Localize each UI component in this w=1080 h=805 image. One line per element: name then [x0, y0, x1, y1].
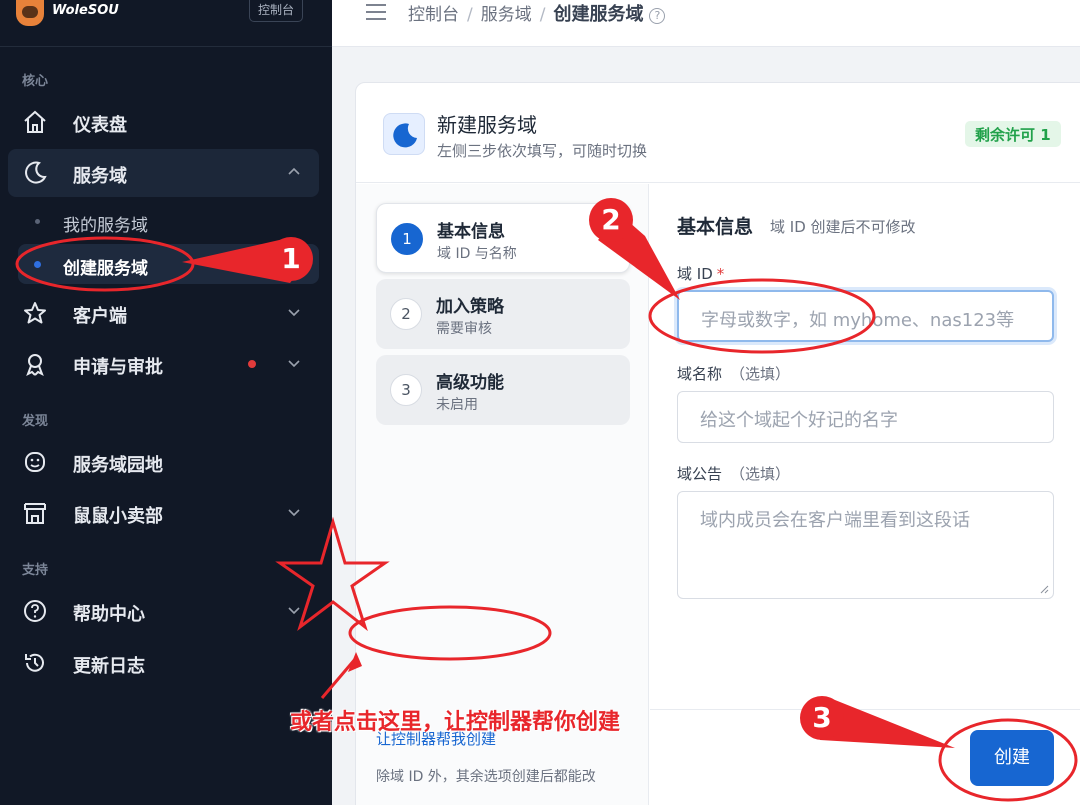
page-title: 创建服务域 — [553, 4, 644, 25]
breadcrumb: 控制台 / 服务域 / 创建服务域? — [408, 0, 666, 26]
history-icon — [25, 653, 44, 672]
smile-icon — [25, 452, 45, 472]
brand-bar: WoleSOU 控制台 — [0, 0, 332, 47]
card-header: 新建服务域 左侧三步依次填写，可随时切换 剩余许可 1 — [356, 83, 1080, 183]
annotation-number-3: 3 — [812, 701, 832, 734]
domain-id-input[interactable]: 字母或数字，如 myhome、nas123等 — [677, 290, 1054, 342]
sidebar-subitem-create-domain[interactable]: 创建服务域 — [18, 244, 319, 284]
sidebar-item-dashboard[interactable]: 仪表盘 — [8, 98, 319, 146]
domain-id-label: 域 ID * — [677, 263, 724, 284]
console-tag[interactable]: 控制台 — [249, 0, 304, 22]
field-label-text: 域公告 — [677, 465, 723, 483]
optional-tag: （选填） — [730, 365, 791, 383]
card-footer: 创建 — [650, 709, 1080, 805]
chevron-up-icon — [288, 167, 300, 175]
form-heading: 基本信息 — [677, 216, 754, 238]
sidebar: WoleSOU 控制台 核心 仪表盘 服务域 我的服务域 创建服务域 客户端 申… — [0, 0, 332, 805]
chevron-down-icon — [288, 309, 300, 317]
domain-name-input[interactable]: 给这个域起个好记的名字 — [677, 391, 1054, 443]
sidebar-item-label: 申请与审批 — [73, 357, 163, 378]
sidebar-item-label: 仪表盘 — [73, 115, 127, 136]
step-advanced[interactable]: 3 高级功能 未启用 — [376, 355, 630, 425]
form-pane: 基本信息 域 ID 创建后不可修改 域 ID * 字母或数字，如 myhome、n… — [650, 184, 1080, 709]
optional-tag: （选填） — [730, 465, 791, 483]
sidebar-item-clients[interactable]: 客户端 — [8, 289, 319, 337]
step-join-policy[interactable]: 2 加入策略 需要审核 — [376, 279, 630, 349]
create-domain-card: 新建服务域 左侧三步依次填写，可随时切换 剩余许可 1 1 基本信息 域 ID … — [355, 82, 1080, 805]
step-subtitle: 需要审核 — [436, 321, 492, 337]
section-label-discover: 发现 — [22, 414, 49, 429]
section-label-core: 核心 — [22, 74, 49, 89]
moon-icon — [25, 161, 47, 184]
breadcrumb-parent[interactable]: 服务域 — [481, 5, 532, 25]
top-bar: 控制台 / 服务域 / 创建服务域? — [332, 0, 1080, 47]
sidebar-subitem-label: 创建服务域 — [63, 259, 148, 279]
domain-name-label: 域名称 （选填） — [677, 363, 790, 384]
sidebar-item-help-center[interactable]: 帮助中心 — [8, 587, 319, 635]
card-subtitle: 左侧三步依次填写，可随时切换 — [437, 142, 648, 160]
license-badge: 剩余许可 1 — [965, 121, 1061, 147]
step-title: 高级功能 — [436, 373, 504, 393]
annotation-number-2: 2 — [601, 203, 621, 236]
chevron-down-icon — [288, 360, 300, 368]
step-number: 3 — [390, 374, 422, 406]
form-heading-note: 域 ID 创建后不可修改 — [770, 218, 916, 236]
menu-icon[interactable] — [366, 4, 386, 20]
star-icon — [24, 302, 46, 324]
step-basic-info[interactable]: 1 基本信息 域 ID 与名称 — [376, 203, 630, 273]
step-subtitle: 未启用 — [436, 397, 478, 413]
sidebar-item-label: 更新日志 — [73, 656, 145, 677]
sidebar-item-apply-review[interactable]: 申请与审批 — [8, 340, 319, 388]
bullet-icon — [34, 261, 41, 268]
sidebar-item-changelog[interactable]: 更新日志 — [8, 639, 319, 687]
domain-notice-label: 域公告 （选填） — [677, 463, 790, 484]
assist-note: 除域 ID 外，其余选项创建后都能改 — [376, 769, 596, 785]
chevron-down-icon — [288, 509, 300, 517]
sidebar-item-label: 帮助中心 — [73, 604, 145, 625]
step-number: 1 — [391, 223, 423, 255]
textarea-placeholder: 域内成员会在客户端里看到这段话 — [700, 510, 970, 531]
resize-handle-icon[interactable] — [1039, 584, 1049, 594]
step-title: 加入策略 — [436, 297, 504, 317]
notification-dot — [248, 360, 256, 368]
sidebar-item-service-domain[interactable]: 服务域 — [8, 149, 319, 197]
field-label-text: 域 ID — [677, 265, 713, 283]
sidebar-item-domain-garden[interactable]: 服务域园地 — [8, 438, 319, 486]
field-label-text: 域名称 — [677, 365, 723, 383]
sidebar-subitem-label: 我的服务域 — [63, 216, 148, 236]
required-mark: * — [716, 265, 725, 283]
create-button[interactable]: 创建 — [970, 730, 1054, 786]
logo-icon — [16, 0, 44, 26]
breadcrumb-root[interactable]: 控制台 — [408, 5, 459, 25]
annotation-caption: 或者点击这里，让控制器帮你创建 — [290, 710, 621, 735]
bullet-icon — [35, 219, 40, 224]
chevron-down-icon — [288, 607, 300, 615]
sidebar-item-label: 鼠鼠小卖部 — [73, 506, 163, 527]
step-number: 2 — [390, 298, 422, 330]
step-title: 基本信息 — [437, 222, 505, 242]
domain-notice-textarea[interactable]: 域内成员会在客户端里看到这段话 — [677, 491, 1054, 599]
sidebar-item-label: 客户端 — [73, 306, 127, 327]
sidebar-item-label: 服务域园地 — [73, 455, 163, 476]
home-icon — [24, 110, 46, 133]
brand-name: WoleSOU — [52, 3, 119, 18]
help-circle-icon — [24, 600, 46, 622]
card-title: 新建服务域 — [437, 113, 537, 137]
store-icon — [24, 503, 46, 524]
step-subtitle: 域 ID 与名称 — [437, 246, 517, 262]
moon-icon — [383, 113, 425, 155]
annotation-number-1: 1 — [281, 242, 301, 275]
sidebar-item-label: 服务域 — [73, 166, 127, 187]
award-icon — [26, 354, 44, 377]
help-icon[interactable]: ? — [649, 8, 666, 24]
sidebar-item-shop[interactable]: 鼠鼠小卖部 — [8, 489, 319, 537]
sidebar-subitem-my-domains[interactable]: 我的服务域 — [18, 201, 319, 241]
section-label-support: 支持 — [22, 563, 49, 578]
